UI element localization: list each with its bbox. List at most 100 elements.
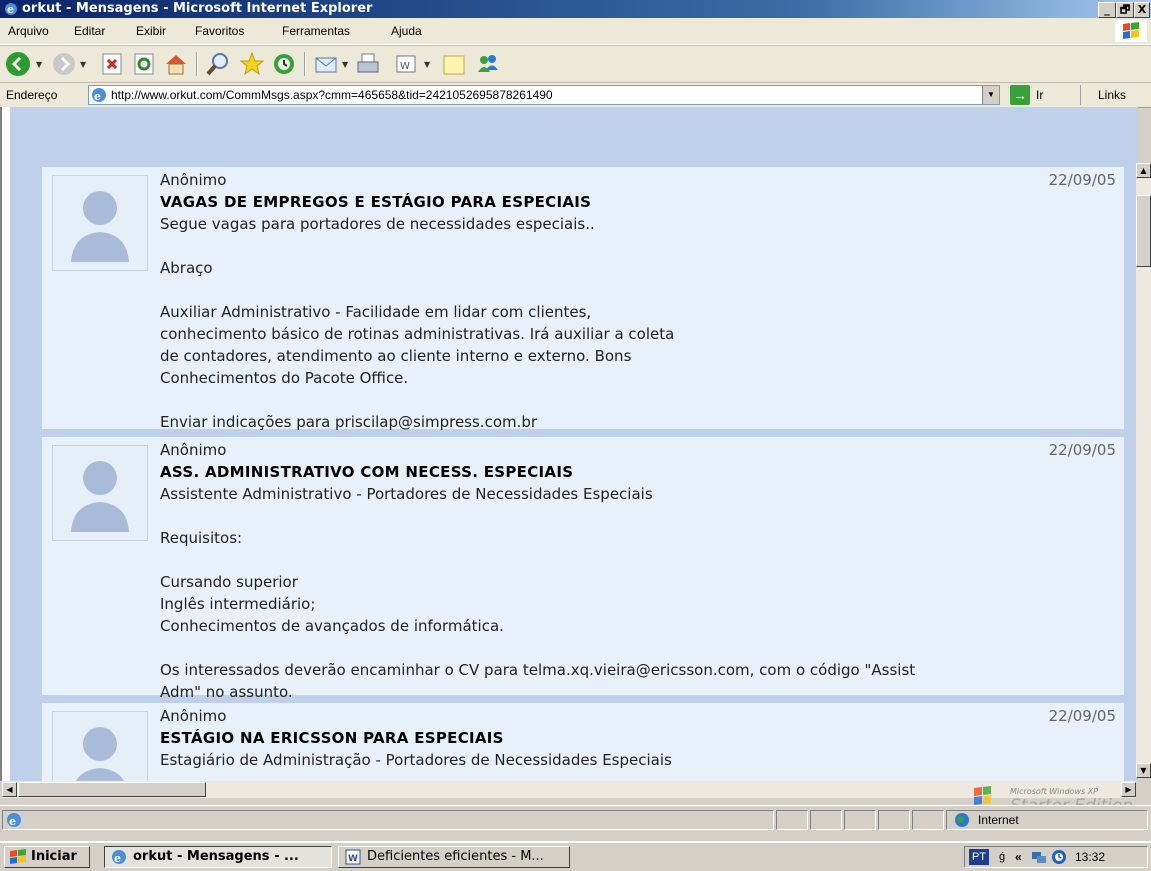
status-zone-cell — [946, 810, 1148, 830]
message-line: de contadores, atendimento ao cliente in… — [160, 347, 632, 365]
message-line: Os interessados deverão encaminhar o CV … — [160, 661, 916, 679]
horizontal-scroll-thumb[interactable] — [18, 782, 206, 797]
menu-favoritos[interactable]: Favoritos — [195, 24, 244, 38]
watermark-line1: Microsoft Windows XP — [1010, 787, 1098, 796]
globe-icon — [955, 813, 969, 827]
message-author[interactable]: Anônimo — [160, 441, 226, 459]
links-button[interactable]: Links — [1098, 88, 1126, 102]
address-url: http://www.orkut.com/CommMsgs.aspx?cmm=4… — [111, 88, 553, 102]
vertical-scroll-thumb[interactable] — [1136, 195, 1151, 267]
refresh-icon[interactable] — [130, 50, 158, 78]
message-line: Conhecimentos do Pacote Office. — [160, 369, 409, 387]
scroll-down-icon[interactable]: ▼ — [1136, 763, 1151, 778]
avatar — [52, 711, 148, 781]
maximize-button[interactable]: 🗗 — [1116, 2, 1134, 18]
search-icon[interactable] — [204, 50, 232, 78]
message-date: 22/09/05 — [1048, 171, 1116, 189]
network-icon[interactable] — [1031, 850, 1047, 864]
page-icon: e — [92, 88, 106, 103]
status-bar: e Internet — [0, 805, 1151, 834]
toolbar: ▼ ▼ ▼ W ▼ — [0, 45, 1151, 82]
go-label: Ir — [1036, 88, 1044, 102]
ime-icon[interactable]: ǵ — [999, 847, 1005, 867]
message-date: 22/09/05 — [1048, 707, 1116, 725]
mail-icon[interactable] — [312, 50, 340, 78]
status-text-cell — [2, 810, 774, 830]
print-icon[interactable] — [354, 50, 382, 78]
message-line: Conhecimentos de avançados de informátic… — [160, 617, 504, 635]
history-icon[interactable] — [270, 50, 298, 78]
address-dropdown-icon[interactable]: ▼ — [982, 86, 999, 104]
vertical-scrollbar[interactable]: ▲ ▼ — [1136, 163, 1151, 778]
message-line: Auxiliar Administrativo - Facilidade em … — [160, 303, 592, 321]
scroll-left-icon[interactable]: ◀ — [2, 782, 17, 797]
status-cell — [844, 810, 876, 830]
menu-bar: Arquivo Editar Exibir Favoritos Ferramen… — [0, 18, 1151, 45]
back-dropdown-icon[interactable]: ▼ — [36, 60, 42, 69]
windows-start-icon — [10, 849, 26, 864]
avatar — [52, 175, 148, 271]
message-line: Segue vagas para portadores de necessida… — [160, 215, 595, 233]
message-date: 22/09/05 — [1048, 441, 1116, 459]
window-title: orkut - Mensagens - Microsoft Internet E… — [22, 1, 373, 16]
message-line: Inglês intermediário; — [160, 595, 316, 613]
taskbar: Iniciar e orkut - Mensagens - ... W Defi… — [0, 841, 1151, 871]
horizontal-scrollbar[interactable]: ◀ ▶ — [2, 781, 1136, 798]
message-author[interactable]: Anônimo — [160, 171, 226, 189]
menu-exibir[interactable]: Exibir — [136, 24, 166, 38]
status-cell — [776, 810, 808, 830]
task-label: orkut - Mensagens - ... — [133, 849, 299, 864]
svg-text:W: W — [400, 61, 410, 72]
menu-editar[interactable]: Editar — [74, 24, 105, 38]
home-icon[interactable] — [162, 50, 190, 78]
taskbar-item-word[interactable]: W Deficientes eficientes - M... — [338, 846, 570, 868]
go-arrow-icon: → — [1010, 85, 1030, 105]
clock-time[interactable]: 13:32 — [1075, 847, 1105, 867]
menu-ajuda[interactable]: Ajuda — [391, 24, 422, 38]
message-author[interactable]: Anônimo — [160, 707, 226, 725]
language-indicator[interactable]: PT — [969, 849, 990, 865]
discuss-icon[interactable] — [440, 50, 468, 78]
task-label: Deficientes eficientes - M... — [367, 849, 544, 864]
menu-ferramentas[interactable]: Ferramentas — [282, 24, 350, 38]
page-content: Anônimo 22/09/05 VAGAS DE EMPREGOS E EST… — [10, 107, 1138, 781]
avatar — [52, 445, 148, 541]
status-cell — [810, 810, 842, 830]
close-button[interactable]: X — [1134, 2, 1150, 18]
message-line: Enviar indicações para priscilap@simpres… — [160, 413, 538, 431]
stop-icon[interactable] — [98, 50, 126, 78]
edit-dropdown-icon[interactable]: ▼ — [424, 60, 430, 69]
go-button[interactable]: → Ir — [1008, 85, 1060, 105]
clock-tray-icon[interactable] — [1051, 849, 1067, 865]
address-input[interactable]: e http://www.orkut.com/CommMsgs.aspx?cmm… — [88, 85, 1000, 105]
svg-text:e: e — [7, 3, 14, 16]
edit-icon[interactable]: W — [392, 50, 420, 78]
forward-icon[interactable] — [50, 50, 78, 78]
start-label: Iniciar — [31, 849, 77, 864]
messenger-icon[interactable] — [474, 50, 502, 78]
message-line: Requisitos: — [160, 529, 243, 547]
taskbar-item-ie[interactable]: e orkut - Mensagens - ... — [104, 846, 332, 868]
title-bar[interactable]: e orkut - Mensagens - Microsoft Internet… — [0, 0, 1151, 18]
scroll-up-icon[interactable]: ▲ — [1136, 163, 1151, 178]
message-line: Abraço — [160, 259, 213, 277]
message-title: ASS. ADMINISTRATIVO COM NECESS. ESPECIAI… — [160, 463, 574, 481]
svg-text:e: e — [94, 90, 101, 103]
favorites-icon[interactable] — [238, 50, 266, 78]
mail-dropdown-icon[interactable]: ▼ — [342, 60, 348, 69]
minimize-button[interactable]: _ — [1098, 2, 1116, 18]
forward-dropdown-icon[interactable]: ▼ — [80, 60, 86, 69]
message-line: Cursando superior — [160, 573, 298, 591]
menu-arquivo[interactable]: Arquivo — [8, 24, 49, 38]
tray-expand-icon[interactable]: « — [1015, 847, 1022, 867]
page-viewport: Anônimo 22/09/05 VAGAS DE EMPREGOS E EST… — [0, 107, 1138, 781]
start-button[interactable]: Iniciar — [4, 846, 90, 868]
message-line: Estagiário de Administração - Portadores… — [160, 751, 672, 769]
message-item: Anônimo 22/09/05 ASS. ADMINISTRATIVO COM… — [42, 437, 1124, 701]
message-line: Assistente Administrativo - Portadores d… — [160, 485, 653, 503]
message-line: conhecimento básico de rotinas administr… — [160, 325, 675, 343]
message-line: Adm" no assunto. — [160, 683, 293, 701]
svg-text:e: e — [114, 852, 121, 865]
back-icon[interactable] — [4, 50, 32, 78]
system-tray: PT ǵ « 13:32 — [964, 846, 1148, 868]
